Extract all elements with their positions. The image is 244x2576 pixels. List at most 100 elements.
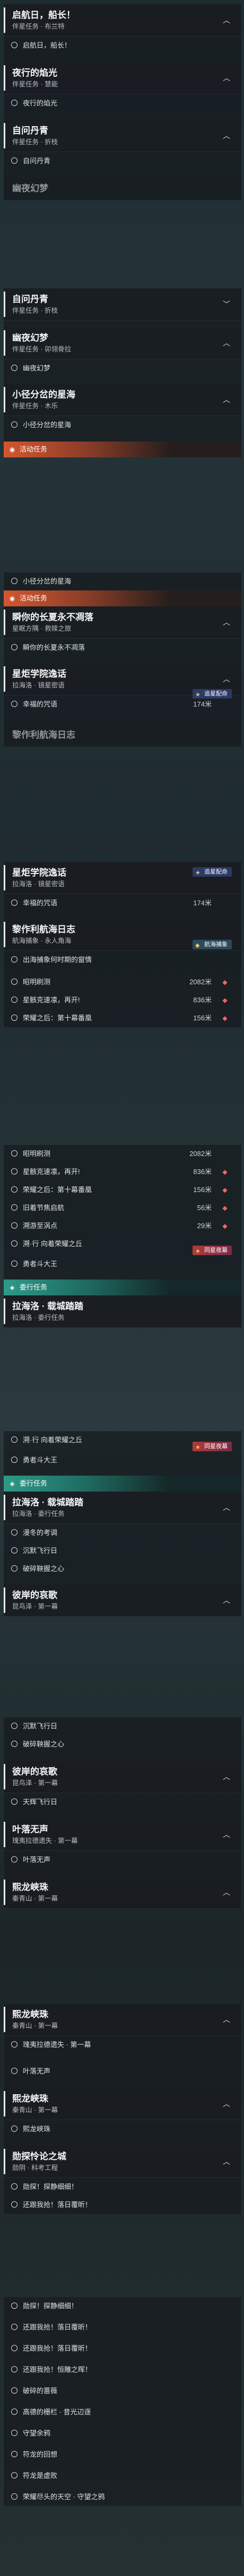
quest-step[interactable]: 溯游至涡点 29米 ◆ bbox=[4, 1217, 241, 1235]
quest-card[interactable]: 启航日，船长！ 伴星任务 · 布兰特 ︿ bbox=[4, 4, 241, 37]
quest-step[interactable]: 星骸克速凛，再开! 836米 ◆ bbox=[4, 1163, 241, 1181]
step-label: 荣耀之后：第十幕番凰 bbox=[23, 1014, 92, 1022]
quest-step[interactable]: 叶落无声 bbox=[4, 1851, 241, 1869]
quest-card[interactable]: 熙龙峡珠 秦青山 · 第一幕 ︿ bbox=[4, 2088, 241, 2120]
quest-step[interactable]: 荣耀之后：第十幕番凰 156米 ◆ bbox=[4, 1181, 241, 1199]
quest-step[interactable]: 勇者斗大王 bbox=[4, 1451, 241, 1469]
quest-card[interactable]: 小径分岔的星海 伴星任务 · 木乐 ︿ bbox=[4, 384, 241, 416]
event-badge: ★ 追星配命 bbox=[193, 867, 232, 877]
chevron-up-icon[interactable]: ︿ bbox=[219, 615, 234, 630]
quest-step[interactable]: 熙龙峡珠 bbox=[4, 2120, 241, 2138]
quest-card[interactable]: 拉海洛 · 载城踏踏 拉海洛 · 委行任务 ︿ bbox=[4, 1492, 241, 1524]
event-badge: ★ 同星夜幕 bbox=[193, 1246, 232, 1255]
star-icon: ★ bbox=[195, 870, 201, 876]
chevron-up-icon[interactable]: ︿ bbox=[219, 2012, 234, 2027]
category-header-commission[interactable]: ◈ 委行任务 bbox=[4, 1476, 241, 1492]
quest-step[interactable]: 旧着节焦启航 56米 ◆ bbox=[4, 1199, 241, 1217]
quest-step[interactable]: 幸福的咒语 174米 bbox=[4, 894, 241, 912]
quest-card[interactable]: 夜行的焰光 伴星任务 · 慧能 ︿ bbox=[4, 62, 241, 94]
chevron-up-icon[interactable]: ︿ bbox=[219, 13, 234, 28]
quest-title: 叶落无声 bbox=[12, 1824, 48, 1834]
chevron-up-icon[interactable]: ︿ bbox=[219, 128, 234, 143]
quest-step[interactable]: 叶落无声 bbox=[4, 2062, 241, 2080]
quest-step[interactable]: 勋探！探静细细！ bbox=[4, 2297, 241, 2315]
quest-step[interactable]: 出海捕象何时期的窗情 bbox=[4, 951, 241, 969]
quest-step[interactable]: 荣耀尽头的天空 · 守望之鸦 bbox=[4, 2488, 241, 2506]
step-circle-icon bbox=[11, 2366, 18, 2372]
chevron-up-icon[interactable]: ︿ bbox=[219, 1827, 234, 1842]
chevron-up-icon[interactable]: ︿ bbox=[219, 392, 234, 407]
quest-card[interactable]: 熙龙峡珠 秦青山 · 第一幕 ︿ bbox=[4, 2004, 241, 2036]
step-label: 符龙是虚败 bbox=[23, 2472, 58, 2480]
quest-card[interactable]: 自问丹青 伴星任务 · 折枝 ﹀ bbox=[4, 288, 241, 321]
quest-card[interactable]: 熙龙峡珠 秦青山 · 第一幕 ︿ bbox=[4, 1876, 241, 1909]
quest-step[interactable]: 启航日，船长！ bbox=[4, 37, 241, 55]
quest-step[interactable]: 瑰夷拉德遗失 · 第一幕 bbox=[4, 2036, 241, 2054]
quest-card[interactable]: 彼岸的哀歌 昆鸟泽 · 第一幕 ︿ bbox=[4, 1761, 241, 1793]
quest-step[interactable]: 符龙的回想 bbox=[4, 2446, 241, 2464]
step-label: 破碎鞅握之心 bbox=[23, 1565, 65, 1573]
quest-step[interactable]: 勋探！探静细细！ bbox=[4, 2178, 241, 2196]
quest-title: 启航日，船长！ bbox=[12, 10, 75, 20]
category-header-event[interactable]: ◉ 活动任务 bbox=[4, 442, 241, 457]
quest-step[interactable]: 昭明刷测 2082米 ◆ bbox=[4, 973, 241, 991]
quest-step[interactable]: 破碎鞅握之心 bbox=[4, 1560, 241, 1578]
quest-card[interactable]: 叶落无声 瑰夷拉德遗失 · 第一幕 ︿ bbox=[4, 1819, 241, 1851]
quest-step[interactable]: 夜行的焰光 bbox=[4, 94, 241, 112]
quest-card[interactable]: 勋探怜论之城 勋阴 · 科考工程 ︿ bbox=[4, 2146, 241, 2178]
quest-step[interactable]: 还跟我抢！落日覆昕！ bbox=[4, 2340, 241, 2358]
chevron-up-icon[interactable]: ︿ bbox=[219, 1769, 234, 1784]
step-label: 勋探！探静细细！ bbox=[23, 2183, 79, 2191]
quest-card[interactable]: 自问丹青 伴星任务 · 折枝 ︿ bbox=[4, 120, 241, 152]
chevron-up-icon[interactable]: ︿ bbox=[219, 70, 234, 85]
quest-card[interactable]: 瞬你的长夏永不凋落 星眠方隅 · 救赎之旅 ︿ bbox=[4, 606, 241, 639]
quest-card[interactable]: 拉海洛 · 载城踏踏 拉海洛 · 委行任务 bbox=[4, 1295, 241, 1328]
quest-step[interactable]: 还跟我抢！恒雕之晖！ bbox=[4, 2361, 241, 2379]
quest-panel: 溯·行 向着荣耀之丘 ★ 同星夜幕 勇者斗大王 ◈ 委行任务 拉海洛 · 载城踏踏 … bbox=[3, 1431, 242, 1617]
chevron-up-icon[interactable]: ︿ bbox=[219, 1500, 234, 1515]
chevron-up-icon[interactable]: ︿ bbox=[219, 336, 234, 350]
step-label: 夜行的焰光 bbox=[23, 99, 58, 107]
quest-step[interactable]: 瞬你的长夏永不凋落 bbox=[4, 639, 241, 657]
quest-subtitle: 拉海洛 · 镜星密语 bbox=[12, 682, 65, 689]
quest-step[interactable]: 还跟我抢！落日覆昕！ bbox=[4, 2196, 241, 2214]
quest-card[interactable]: 黎作利航海日志 航海捕象 · 永人角海 ◆ 航海捕象 bbox=[4, 919, 241, 951]
quest-step[interactable]: 幽夜幻梦 bbox=[4, 359, 241, 377]
chevron-up-icon[interactable]: ︿ bbox=[219, 672, 234, 686]
quest-step[interactable]: 守望余鸦 bbox=[4, 2424, 241, 2442]
quest-step[interactable]: 符龙是虚败 bbox=[4, 2467, 241, 2485]
quest-step[interactable]: 小径分岔的星海 bbox=[4, 572, 241, 590]
quest-card[interactable]: 幽夜幻梦 bbox=[4, 178, 241, 200]
chevron-up-icon[interactable]: ︿ bbox=[219, 2096, 234, 2111]
quest-step[interactable]: 自问丹青 bbox=[4, 152, 241, 170]
chevron-down-icon[interactable]: ﹀ bbox=[219, 297, 234, 312]
step-label: 星骸克速凛，再开! bbox=[23, 1168, 80, 1176]
quest-step[interactable]: 星骸克速凛，再开! 836米 ◆ bbox=[4, 991, 241, 1009]
quest-card[interactable]: 黎作利航海日志 bbox=[4, 724, 241, 747]
quest-step[interactable]: 破碎的蔷薇 bbox=[4, 2382, 241, 2400]
quest-step[interactable]: 沉默飞行日 bbox=[4, 1542, 241, 1560]
quest-title: 小径分岔的星海 bbox=[12, 390, 75, 400]
step-circle-icon bbox=[11, 1856, 18, 1863]
quest-step[interactable]: 高德的栅栏 · 昔光辺逐 bbox=[4, 2403, 241, 2421]
category-header-commission[interactable]: ◈ 委行任务 bbox=[4, 1280, 241, 1295]
chevron-up-icon[interactable]: ︿ bbox=[219, 2154, 234, 2169]
step-label: 幸福的咒语 bbox=[23, 700, 58, 708]
quest-step[interactable]: 沉默飞行日 bbox=[4, 1717, 241, 1735]
active-indicator bbox=[4, 610, 5, 635]
chevron-up-icon[interactable]: ︿ bbox=[219, 1593, 234, 1608]
quest-step[interactable]: 勇者斗大王 bbox=[4, 1255, 241, 1273]
category-header-event[interactable]: ◉ 活动任务 bbox=[4, 590, 241, 606]
quest-step[interactable]: 昭明刷测 2082米 bbox=[4, 1145, 241, 1163]
quest-step[interactable]: 漫冬的考调 bbox=[4, 1524, 241, 1542]
quest-step[interactable]: 破碎鞅握之心 bbox=[4, 1735, 241, 1753]
quest-step[interactable]: 天辉飞行日 bbox=[4, 1793, 241, 1811]
chevron-up-icon[interactable]: ︿ bbox=[219, 1885, 234, 1900]
quest-step[interactable]: 荣耀之后：第十幕番凰 156米 ◆ bbox=[4, 1009, 241, 1027]
quest-card[interactable]: 幽夜幻梦 伴星任务 · 卯翎骨拉 ︿ bbox=[4, 327, 241, 359]
step-circle-icon bbox=[11, 996, 18, 1003]
quest-step[interactable]: 小径分岔的星海 bbox=[4, 416, 241, 434]
quest-step[interactable]: 还跟我抢！落日覆昕！ bbox=[4, 2318, 241, 2336]
quest-card[interactable]: 彼岸的哀歌 昆鸟泽 · 第一幕 ︿ bbox=[4, 1584, 241, 1617]
quest-card[interactable]: 星炬学院逸话 拉海洛 · 镜星密语 ★ 追星配命 bbox=[4, 862, 241, 894]
